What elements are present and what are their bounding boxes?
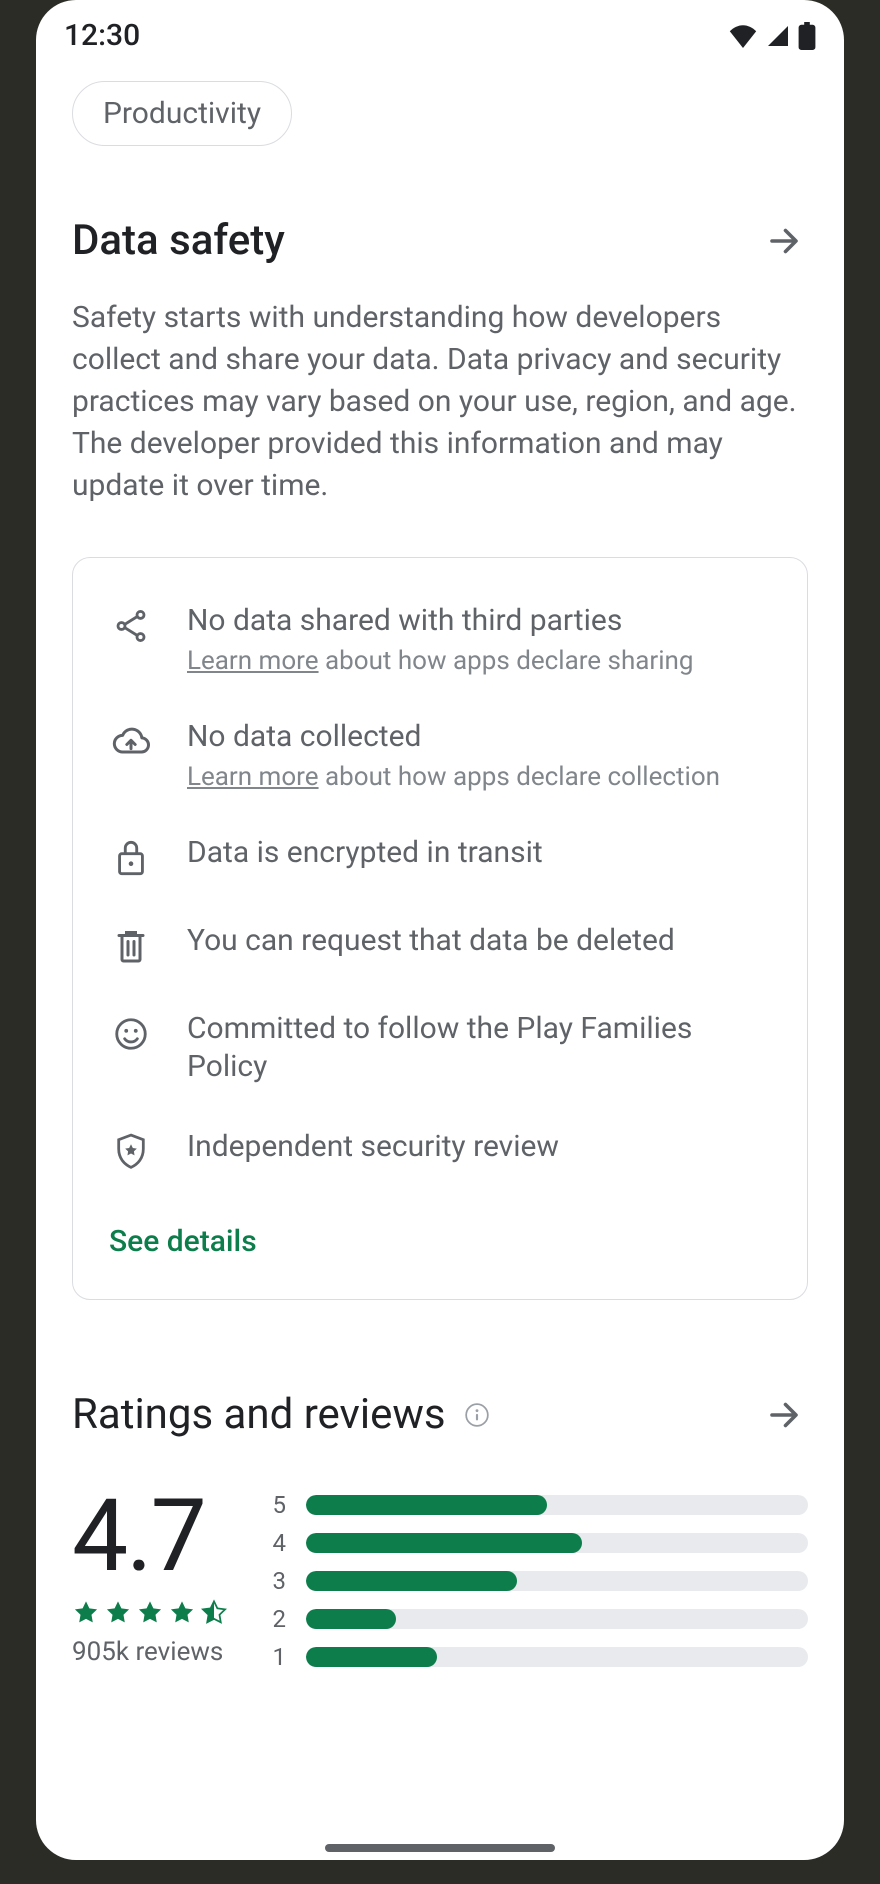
data-safety-card: No data shared with third parties Learn … [72,557,808,1300]
shield-star-icon [109,1130,153,1174]
cloud-upload-icon [109,720,153,764]
category-chip-productivity[interactable]: Productivity [72,81,292,146]
ds-item-no-share: No data shared with third parties Learn … [109,602,771,676]
bar-fill [306,1495,547,1515]
bar-fill [306,1571,517,1591]
rating-bar-4: 4 [268,1529,808,1557]
bar-fill [306,1647,437,1667]
ds-item-title: No data collected [187,718,720,756]
scrollbar-horizontal[interactable] [325,1844,555,1852]
arrow-right-icon[interactable] [760,1391,808,1439]
trash-icon [109,924,153,968]
ds-item-sub: Learn more about how apps declare sharin… [187,646,694,676]
data-safety-title: Data safety [72,216,285,265]
star-half-icon [200,1599,228,1627]
battery-icon [798,22,816,50]
status-time: 12:30 [64,18,140,53]
arrow-right-icon[interactable] [760,217,808,265]
rating-score: 4.7 [72,1487,228,1587]
rating-bar-1: 1 [268,1643,808,1671]
ds-item-title: No data shared with third parties [187,602,694,640]
ratings-title: Ratings and reviews [72,1390,446,1439]
rating-bar-3: 3 [268,1567,808,1595]
data-safety-header[interactable]: Data safety [72,216,808,265]
status-bar: 12:30 [36,0,844,61]
info-icon[interactable] [464,1402,490,1428]
ds-item-sub: Learn more about how apps declare collec… [187,762,720,792]
ds-item-delete: You can request that data be deleted [109,922,771,968]
share-icon [109,604,153,648]
ds-item-title: Independent security review [187,1128,559,1174]
ds-item-security-review: Independent security review [109,1128,771,1174]
cellular-icon [764,24,792,48]
star-icon [136,1599,164,1627]
phone-screen: 12:30 Productivity Data safety Safety st… [36,0,844,1860]
star-icon [168,1599,196,1627]
rating-distribution: 5 4 3 2 1 [268,1491,808,1671]
star-icon [104,1599,132,1627]
wifi-icon [728,24,758,48]
lock-icon [109,836,153,880]
data-safety-description: Safety starts with understanding how dev… [72,297,808,507]
bar-fill [306,1533,582,1553]
star-icon [72,1599,100,1627]
ds-item-title: Committed to follow the Play Families Po… [187,1010,771,1086]
status-indicators [728,22,816,50]
see-details-button[interactable]: See details [109,1224,771,1259]
ds-item-families: Committed to follow the Play Families Po… [109,1010,771,1086]
ds-item-title: You can request that data be deleted [187,922,675,968]
ds-item-title: Data is encrypted in transit [187,834,543,880]
ratings-header[interactable]: Ratings and reviews [72,1390,808,1439]
learn-more-link[interactable]: Learn more [187,646,319,676]
ds-item-encrypted: Data is encrypted in transit [109,834,771,880]
star-rating [72,1599,228,1627]
learn-more-link[interactable]: Learn more [187,762,319,792]
rating-bar-2: 2 [268,1605,808,1633]
families-icon [109,1012,153,1056]
ratings-summary: 4.7 905k reviews 5 4 [72,1487,808,1671]
bar-fill [306,1609,396,1629]
rating-bar-5: 5 [268,1491,808,1519]
review-count: 905k reviews [72,1637,228,1667]
ds-item-no-collect: No data collected Learn more about how a… [109,718,771,792]
